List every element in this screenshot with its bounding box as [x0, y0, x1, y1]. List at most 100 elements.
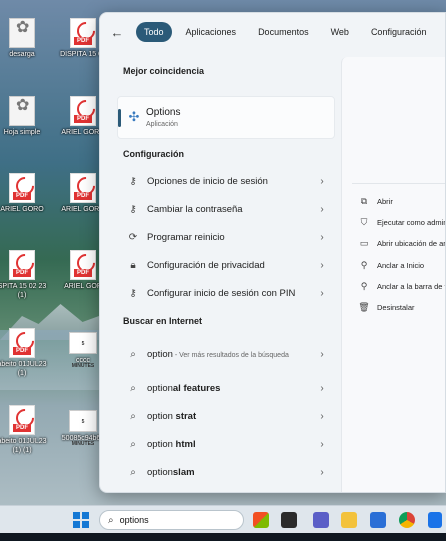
- desktop-icon[interactable]: [281, 512, 297, 528]
- open-icon: ⧉: [360, 195, 368, 206]
- taskbar-search-box[interactable]: ⌕: [99, 510, 244, 530]
- pdf-tag: PDF: [13, 192, 31, 200]
- desktop-icon-ariel-goro-2[interactable]: PDF ARIEL GORO: [0, 173, 48, 214]
- chevron-right-icon: ›: [320, 466, 324, 478]
- action-ejecutar-admin[interactable]: ⛉ Ejecutar como administrador: [358, 214, 445, 230]
- pin-icon: ⚲: [360, 280, 368, 291]
- admin-shield-icon: ⛉: [360, 216, 368, 227]
- tab-todo[interactable]: Todo: [136, 22, 172, 42]
- action-label: Anclar a la barra de tareas: [377, 281, 445, 291]
- folder-icon: ▭: [359, 237, 369, 248]
- best-match-title: Options: [146, 107, 181, 118]
- action-label: Anclar a Inicio: [377, 260, 425, 270]
- search-icon: ⌕: [130, 410, 136, 422]
- config-item-privacidad[interactable]: 🔒︎ Configuración de privacidad ›: [117, 251, 335, 279]
- desktop-icon-desarga[interactable]: desarga: [0, 18, 48, 59]
- trash-icon: 🗑︎: [358, 301, 370, 312]
- image-tag: 5 MINUTES: [71, 419, 95, 447]
- action-abrir-ubicacion[interactable]: ▭ Abrir ubicación de archivo: [358, 235, 446, 251]
- web-query: option: [147, 466, 173, 478]
- web-suggestion: al features: [172, 382, 221, 394]
- pdf-tag: PDF: [74, 269, 92, 277]
- config-item-pin[interactable]: ⚷ Configurar inicio de sesión con PIN ›: [117, 279, 335, 307]
- taskbar-search-input[interactable]: [119, 515, 230, 525]
- tab-configuracion[interactable]: Configuración: [363, 22, 435, 42]
- desktop-icon-label: desarga: [9, 51, 35, 58]
- chevron-right-icon: ›: [320, 231, 324, 243]
- chevron-right-icon: ›: [320, 259, 324, 271]
- key-icon: ⚷: [129, 287, 137, 299]
- lock-icon: 🔒︎: [130, 259, 136, 271]
- action-abrir[interactable]: ⧉ Abrir: [358, 193, 393, 209]
- pdf-tag: PDF: [13, 347, 31, 355]
- pdf-tag: PDF: [13, 269, 31, 277]
- chrome-icon[interactable]: [399, 512, 415, 528]
- web-item-option-html[interactable]: ⌕ option html ›: [117, 430, 335, 458]
- store-icon[interactable]: [253, 512, 269, 528]
- tab-web[interactable]: Web: [323, 22, 357, 42]
- key-icon: ⚷: [129, 203, 137, 215]
- chevron-right-icon: ›: [320, 438, 324, 450]
- action-label: Ejecutar como administrador: [377, 217, 445, 227]
- config-item-label: Configurar inicio de sesión con PIN: [147, 287, 296, 299]
- chevron-right-icon: ›: [320, 410, 324, 422]
- web-item-label: optional features: [147, 383, 315, 394]
- web-heading: Buscar en Internet: [123, 316, 203, 326]
- document-icon: [9, 96, 35, 126]
- web-query: option: [147, 382, 173, 394]
- web-item-label: optionslam: [147, 467, 315, 478]
- desktop-icon-abeito-1[interactable]: PDF abeito 01JUL23 (1): [0, 328, 48, 378]
- web-query: option: [147, 348, 173, 360]
- pdf-tag: PDF: [74, 37, 92, 45]
- chevron-right-icon: ›: [320, 287, 324, 299]
- mail-icon[interactable]: [428, 512, 442, 528]
- web-item-optional-features[interactable]: ⌕ optional features ›: [117, 374, 335, 402]
- action-label: Abrir ubicación de archivo: [377, 238, 446, 248]
- pdf-icon: PDF: [9, 173, 35, 203]
- image-tag: 5 MINUTES: [71, 341, 95, 369]
- desktop-icon-label: Hoja simple: [3, 129, 41, 136]
- desktop-icon-spita[interactable]: PDF SPITA 15 02 23 (1): [0, 250, 48, 300]
- desktop-icon-label: ARIEL GOR: [64, 283, 102, 290]
- config-item-inicio-sesion[interactable]: ⚷ Opciones de inicio de sesión ›: [117, 167, 335, 195]
- chevron-right-icon: ›: [320, 203, 324, 215]
- desktop-icon-hoja-simple[interactable]: Hoja simple: [0, 96, 48, 137]
- windows-start-icon[interactable]: [73, 512, 89, 528]
- web-query: option: [147, 438, 173, 450]
- config-item-label: Cambiar la contraseña: [147, 203, 243, 215]
- pdf-icon: PDF: [9, 250, 35, 280]
- desktop-icon-label: abeito 01JUL23 (1) (1): [0, 438, 47, 454]
- action-anclar-barra[interactable]: ⚲ Anclar a la barra de tareas: [358, 278, 445, 294]
- config-heading: Configuración: [123, 149, 184, 159]
- action-anclar-inicio[interactable]: ⚲ Anclar a Inicio: [358, 257, 424, 273]
- best-match-options[interactable]: ✣ Options Aplicación: [117, 96, 335, 139]
- web-item-option-strat[interactable]: ⌕ option strat ›: [117, 402, 335, 430]
- back-arrow-icon[interactable]: ←: [108, 23, 126, 41]
- search-icon: ⌕: [130, 382, 136, 394]
- pdf-icon: PDF: [70, 96, 96, 126]
- teams-icon[interactable]: [313, 512, 329, 528]
- details-divider: [352, 183, 445, 184]
- bottom-strip: [0, 533, 446, 541]
- tab-aplicaciones[interactable]: Aplicaciones: [178, 22, 245, 42]
- web-item-label: option html: [147, 439, 315, 450]
- web-item-optionslam[interactable]: ⌕ optionslam ›: [117, 458, 335, 486]
- options-app-icon: ✣: [128, 109, 140, 124]
- action-desinstalar[interactable]: 🗑︎ Desinstalar: [358, 299, 414, 315]
- ms-store-icon[interactable]: [370, 512, 386, 528]
- web-suggestion: slam: [172, 466, 195, 478]
- desktop-icon-label: SPITA 15 02 23 (1): [0, 283, 47, 299]
- pdf-tag: PDF: [74, 192, 92, 200]
- tab-documentos[interactable]: Documentos: [250, 22, 317, 42]
- start-search-panel: ← Todo Aplicaciones Documentos Web Confi…: [99, 12, 446, 493]
- pdf-tag: PDF: [74, 115, 92, 123]
- web-item-option[interactable]: ⌕ option - Ver más resultados de la búsq…: [117, 337, 335, 371]
- pin-icon: ⚲: [360, 259, 368, 270]
- desktop-icon-abeito-2[interactable]: PDF abeito 01JUL23 (1) (1): [0, 405, 48, 455]
- explorer-icon[interactable]: [341, 512, 357, 528]
- search-icon: ⌕: [130, 348, 136, 360]
- config-item-programar-reinicio[interactable]: ⟳ Programar reinicio ›: [117, 223, 335, 251]
- config-item-cambiar-contrasena[interactable]: ⚷ Cambiar la contraseña ›: [117, 195, 335, 223]
- refresh-icon: ⟳: [128, 231, 138, 243]
- pdf-icon: PDF: [9, 405, 35, 435]
